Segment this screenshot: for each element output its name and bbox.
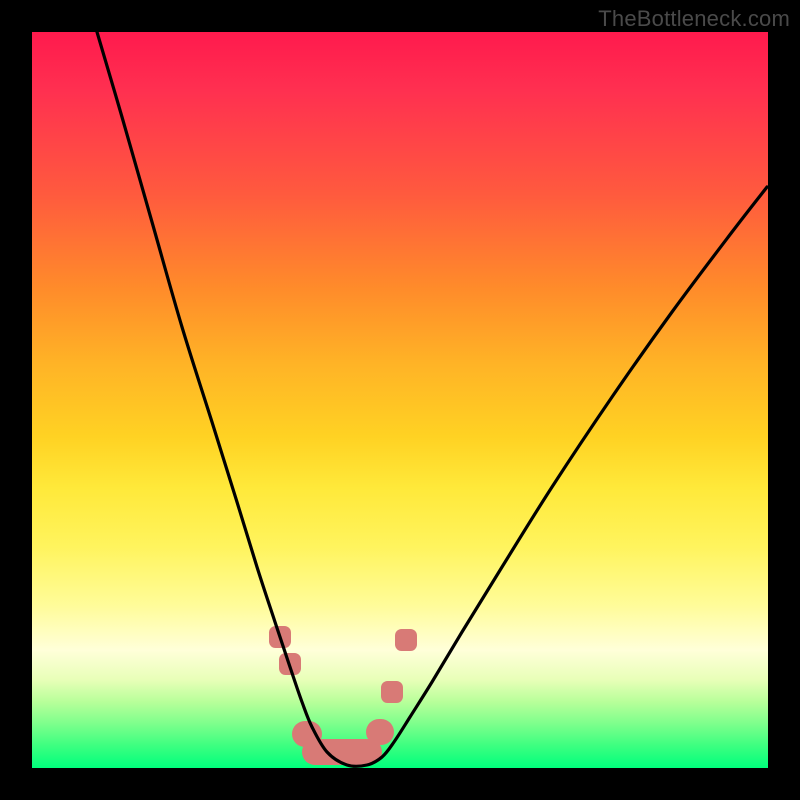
trough-left-join: [292, 721, 322, 747]
chart-frame: TheBottleneck.com: [0, 0, 800, 800]
marker-right-mid: [381, 681, 403, 703]
marker-right-upper: [395, 629, 417, 651]
trough-right-join: [366, 719, 394, 745]
bottleneck-curve-svg: [32, 32, 768, 768]
watermark-text: TheBottleneck.com: [598, 6, 790, 32]
markers-group: [269, 626, 417, 765]
plot-area: [32, 32, 768, 768]
bottleneck-curve: [97, 32, 767, 766]
